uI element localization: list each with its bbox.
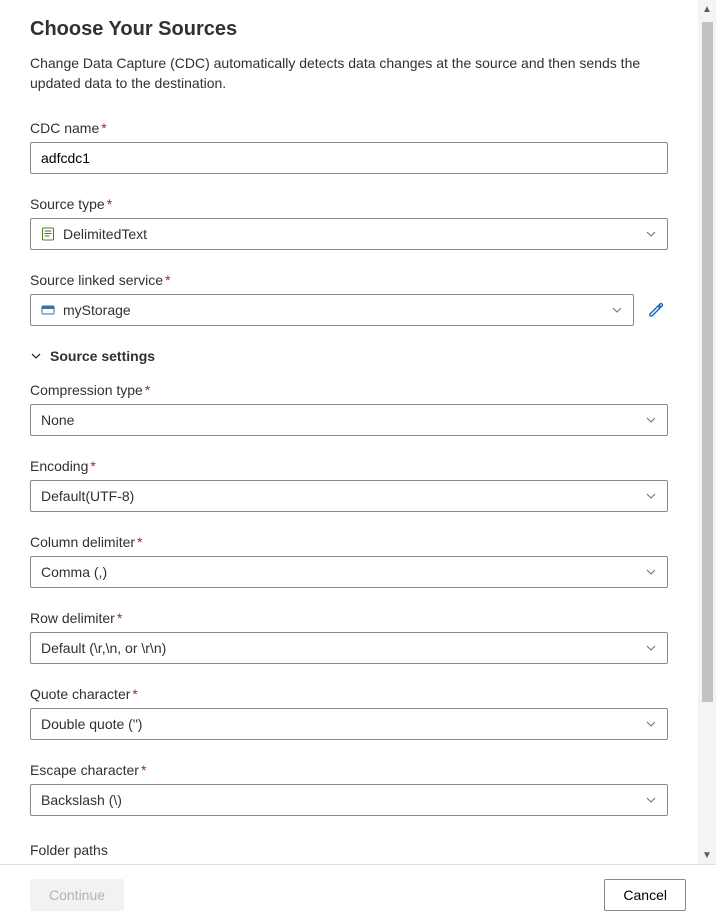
column-delimiter-value: Comma (,) (41, 564, 637, 580)
compression-type-select[interactable]: None (30, 404, 668, 436)
escape-character-value: Backslash (\) (41, 792, 637, 808)
required-asterisk: * (145, 382, 150, 398)
form-scroll-region: Choose Your Sources Change Data Capture … (0, 0, 698, 864)
field-quote-character: Quote character* Double quote (") (30, 686, 668, 740)
vertical-scrollbar[interactable]: ▲ ▼ (698, 0, 716, 864)
field-column-delimiter: Column delimiter* Comma (,) (30, 534, 668, 588)
required-asterisk: * (141, 762, 146, 778)
cdc-name-label: CDC name* (30, 120, 668, 136)
wizard-footer: Continue Cancel (0, 864, 716, 924)
chevron-down-icon (645, 228, 657, 240)
folder-paths-label: Folder paths (30, 842, 668, 858)
chevron-down-icon (645, 414, 657, 426)
escape-character-label: Escape character* (30, 762, 668, 778)
continue-button[interactable]: Continue (30, 879, 124, 911)
page-description: Change Data Capture (CDC) automatically … (30, 53, 668, 94)
required-asterisk: * (165, 272, 170, 288)
edit-linked-service-button[interactable] (644, 298, 668, 322)
chevron-down-icon (645, 794, 657, 806)
encoding-label: Encoding* (30, 458, 668, 474)
encoding-value: Default(UTF-8) (41, 488, 637, 504)
column-delimiter-label: Column delimiter* (30, 534, 668, 550)
row-delimiter-label: Row delimiter* (30, 610, 668, 626)
scroll-down-arrow-icon[interactable]: ▼ (698, 846, 716, 864)
chevron-down-icon (30, 350, 42, 362)
field-escape-character: Escape character* Backslash (\) (30, 762, 668, 816)
file-icon (41, 227, 55, 241)
required-asterisk: * (107, 196, 112, 212)
column-delimiter-select[interactable]: Comma (,) (30, 556, 668, 588)
field-linked-service: Source linked service* myStorage (30, 272, 668, 326)
linked-service-label: Source linked service* (30, 272, 668, 288)
row-delimiter-value: Default (\r,\n, or \r\n) (41, 640, 637, 656)
quote-character-label: Quote character* (30, 686, 668, 702)
chevron-down-icon (645, 718, 657, 730)
field-row-delimiter: Row delimiter* Default (\r,\n, or \r\n) (30, 610, 668, 664)
chevron-down-icon (645, 642, 657, 654)
escape-character-select[interactable]: Backslash (\) (30, 784, 668, 816)
quote-character-value: Double quote (") (41, 716, 637, 732)
encoding-select[interactable]: Default(UTF-8) (30, 480, 668, 512)
field-source-type: Source type* DelimitedText (30, 196, 668, 250)
source-settings-panel: Compression type* None Encoding* Default… (30, 382, 668, 816)
source-type-label: Source type* (30, 196, 668, 212)
required-asterisk: * (101, 120, 106, 136)
linked-service-select[interactable]: myStorage (30, 294, 634, 326)
scrollbar-thumb[interactable] (702, 22, 713, 702)
scroll-up-arrow-icon[interactable]: ▲ (698, 0, 716, 18)
field-encoding: Encoding* Default(UTF-8) (30, 458, 668, 512)
chevron-down-icon (645, 490, 657, 502)
chevron-down-icon (611, 304, 623, 316)
required-asterisk: * (132, 686, 137, 702)
cancel-button[interactable]: Cancel (604, 879, 686, 911)
required-asterisk: * (90, 458, 95, 474)
source-settings-label: Source settings (50, 348, 155, 364)
page-title: Choose Your Sources (30, 18, 668, 41)
quote-character-select[interactable]: Double quote (") (30, 708, 668, 740)
required-asterisk: * (137, 534, 142, 550)
compression-type-label: Compression type* (30, 382, 668, 398)
cdc-name-input[interactable] (30, 142, 668, 174)
linked-service-value: myStorage (63, 302, 603, 318)
storage-icon (41, 303, 55, 317)
field-compression-type: Compression type* None (30, 382, 668, 436)
source-settings-toggle[interactable]: Source settings (30, 348, 668, 364)
source-type-select[interactable]: DelimitedText (30, 218, 668, 250)
field-cdc-name: CDC name* (30, 120, 668, 174)
chevron-down-icon (645, 566, 657, 578)
compression-type-value: None (41, 412, 637, 428)
row-delimiter-select[interactable]: Default (\r,\n, or \r\n) (30, 632, 668, 664)
source-type-value: DelimitedText (63, 226, 637, 242)
required-asterisk: * (117, 610, 122, 626)
